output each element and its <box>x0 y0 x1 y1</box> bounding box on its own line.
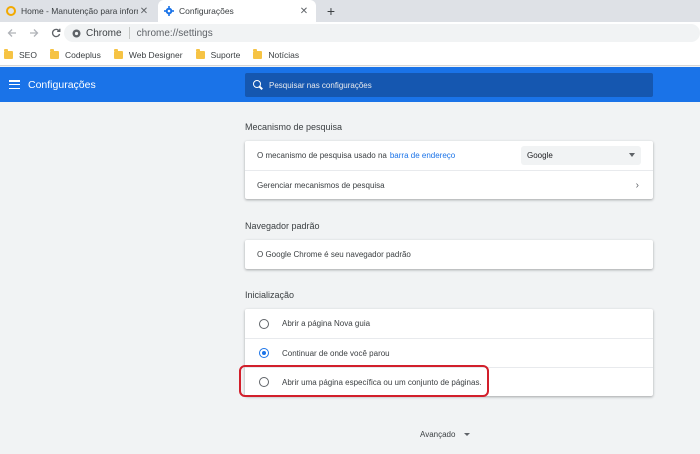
bookmark-seo[interactable]: SEO <box>4 48 37 60</box>
section-title-default-browser: Navegador padrão <box>245 221 320 231</box>
back-button[interactable] <box>2 23 22 43</box>
omnibox-divider <box>128 27 130 39</box>
close-tab-icon[interactable]: ✕ <box>298 6 310 17</box>
advanced-button[interactable]: Avançado <box>420 430 471 439</box>
advanced-label: Avançado <box>420 430 456 439</box>
section-title-search-engine: Mecanismo de pesquisa <box>245 122 343 132</box>
startup-option-label: Abrir a página Nova guia <box>282 319 371 328</box>
settings-header: Configurações <box>0 67 700 102</box>
bookmark-label: Codeplus <box>64 49 101 60</box>
bookmark-web-designer[interactable]: Web Designer <box>113 48 183 60</box>
omnibox-site-label: Chrome <box>86 27 122 39</box>
arrow-right-icon <box>30 29 39 37</box>
forward-button[interactable] <box>24 23 44 43</box>
default-browser-card: O Google Chrome é seu navegador padrão <box>245 240 653 269</box>
folder-icon <box>253 48 263 59</box>
bookmark-noticias[interactable]: Notícias <box>253 48 300 60</box>
folder-icon <box>49 48 59 59</box>
bookmarks-bar: SEO Codeplus Web Designer Suporte Notíci… <box>0 44 700 66</box>
startup-option-label: Continuar de onde você parou <box>282 348 390 358</box>
radio-button-selected[interactable] <box>259 348 269 358</box>
dropdown-arrow-icon <box>629 153 635 157</box>
folder-icon <box>195 48 205 59</box>
section-title-startup: Inicialização <box>245 290 295 300</box>
page-title: Configurações <box>28 78 96 91</box>
bookmark-label: Suporte <box>210 49 241 60</box>
manage-search-engines-row[interactable]: Gerenciar mecanismos de pesquisa › <box>245 170 653 199</box>
search-icon <box>253 80 263 90</box>
bookmark-label: SEO <box>19 49 37 60</box>
address-bar[interactable]: Chrome chrome://settings <box>64 24 700 42</box>
bookmark-suporte[interactable]: Suporte <box>195 48 241 60</box>
folder-icon <box>113 48 123 59</box>
bookmark-label: Web Designer <box>128 49 183 60</box>
settings-search[interactable] <box>245 73 653 97</box>
chevron-right-icon: › <box>635 179 639 191</box>
tab-strip: Home - Manutenção para inform ✕ Configur… <box>0 0 700 22</box>
gear-icon <box>164 6 174 16</box>
reload-icon <box>51 28 61 38</box>
tab-settings[interactable]: Configurações ✕ <box>158 0 316 22</box>
reload-button[interactable] <box>46 23 66 43</box>
search-engine-selected: Google <box>527 151 553 160</box>
manage-search-engines-label: Gerenciar mecanismos de pesquisa <box>257 180 385 190</box>
arrow-left-icon <box>7 29 16 37</box>
bookmark-label: Notícias <box>268 49 300 60</box>
browser-toolbar: Chrome chrome://settings <box>0 22 700 44</box>
chrome-page-icon <box>72 29 81 37</box>
default-browser-status: O Google Chrome é seu navegador padrão <box>257 250 411 259</box>
hamburger-menu-icon[interactable] <box>9 80 20 89</box>
highlight-annotation <box>239 365 489 397</box>
tab-title: Configurações <box>179 6 234 16</box>
startup-option-continue[interactable]: Continuar de onde você parou <box>245 338 653 367</box>
search-engine-description: O mecanismo de pesquisa usado na <box>257 151 387 160</box>
address-bar-link[interactable]: barra de endereço <box>390 151 455 160</box>
startup-option-new-tab[interactable]: Abrir a página Nova guia <box>245 309 653 338</box>
radio-button[interactable] <box>259 318 269 329</box>
bookmark-codeplus[interactable]: Codeplus <box>49 48 101 60</box>
search-engine-select[interactable]: Google <box>521 146 641 165</box>
new-tab-button[interactable]: + <box>322 2 340 20</box>
search-input[interactable] <box>269 80 629 90</box>
default-browser-row: O Google Chrome é seu navegador padrão <box>245 240 653 269</box>
search-engine-row: O mecanismo de pesquisa usado na barra d… <box>245 141 653 170</box>
chevron-down-icon <box>464 433 471 436</box>
site-favicon-icon <box>6 6 16 16</box>
close-tab-icon[interactable]: ✕ <box>138 6 150 17</box>
search-engine-card: O mecanismo de pesquisa usado na barra d… <box>245 141 653 199</box>
omnibox-url[interactable]: chrome://settings <box>137 28 213 39</box>
folder-icon <box>4 48 13 59</box>
tab-title: Home - Manutenção para inform <box>21 6 138 16</box>
tab-home[interactable]: Home - Manutenção para inform ✕ <box>0 0 156 22</box>
